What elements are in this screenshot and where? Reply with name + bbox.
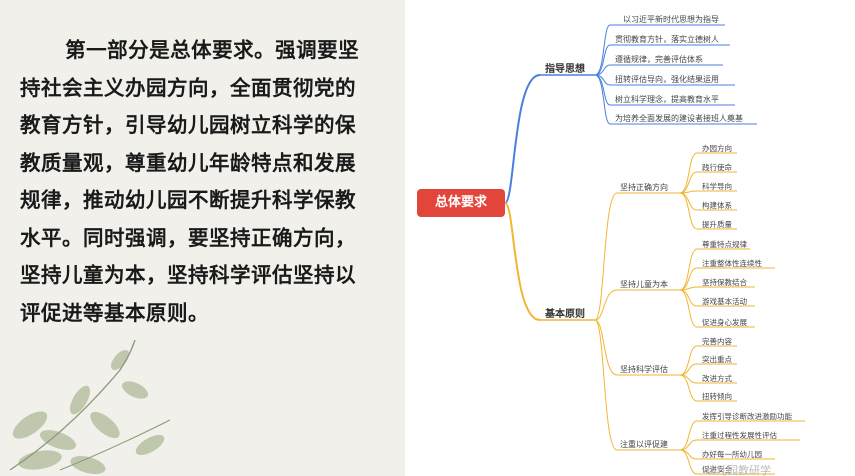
- guide-item: 贯彻教育方针，落实立德树人: [615, 35, 719, 44]
- mindmap: 总体要求 指导思想 基本原则 以习近平新时代思想为指导 贯彻教育方针，落实立德树…: [405, 0, 855, 476]
- principle-leaf: 坚持保教结合: [702, 278, 747, 287]
- principle-leaf: 构建体系: [702, 201, 732, 210]
- leaf-decoration: [9, 339, 171, 475]
- mindmap-root: 总体要求: [417, 189, 505, 217]
- guide-item: 扭转评估导向，强化结果运用: [615, 75, 719, 84]
- principle-leaf: 办好每一所幼儿园: [702, 450, 762, 459]
- intro-paragraph: 第一部分是总体要求。强调要坚持社会主义办园方向，全面贯彻党的教育方针，引导幼儿园…: [20, 38, 360, 325]
- principle-group-label: 注重以评促建: [620, 440, 668, 449]
- slide: 第一部分是总体要求。强调要坚持社会主义办园方向，全面贯彻党的教育方针，引导幼儿园…: [0, 0, 855, 476]
- principle-leaf: 完善内容: [702, 337, 732, 346]
- guide-item: 以习近平新时代思想为指导: [623, 15, 719, 24]
- principle-leaf: 尊重特点规律: [702, 240, 747, 249]
- watermark: 幼儿园教研学: [705, 464, 771, 476]
- connector-guide: [504, 74, 541, 204]
- principle-leaf: 发挥引导诊断改进激励功能: [702, 412, 792, 421]
- text-panel: 第一部分是总体要求。强调要坚持社会主义办园方向，全面贯彻党的教育方针，引导幼儿园…: [0, 0, 405, 476]
- guide-item: 树立科学理念，提高教育水平: [615, 95, 719, 104]
- principle-group-label: 坚持儿童为本: [620, 280, 668, 289]
- principle-leaf: 科学导向: [702, 182, 732, 191]
- principle-leaf: 游戏基本活动: [702, 297, 747, 306]
- principle-group-label: 坚持正确方向: [620, 183, 668, 192]
- principle-leaf: 提升质量: [702, 220, 732, 229]
- branch-guide-label: 指导思想: [545, 64, 585, 75]
- principle-leaf: 注重过程性发展性评估: [702, 431, 777, 440]
- principle-leaf: 突出重点: [702, 355, 732, 364]
- connector-principle: [504, 202, 541, 321]
- principle-leaf: 改进方式: [702, 374, 732, 383]
- mindmap-connectors: [504, 24, 805, 475]
- principle-leaf: 践行使命: [702, 163, 732, 172]
- principle-leaf: 扭转倾向: [702, 392, 732, 401]
- principle-group-label: 坚持科学评估: [620, 365, 668, 374]
- branch-principle-label: 基本原则: [545, 309, 585, 320]
- guide-item: 为培养全面发展的建设者接班人奠基: [615, 114, 743, 123]
- guide-item: 遵循规律，完善评估体系: [615, 55, 703, 64]
- principle-leaf: 注重整体性连续性: [702, 259, 762, 268]
- principle-leaf: 促进身心发展: [702, 318, 747, 327]
- principle-leaf: 办园方向: [702, 144, 732, 153]
